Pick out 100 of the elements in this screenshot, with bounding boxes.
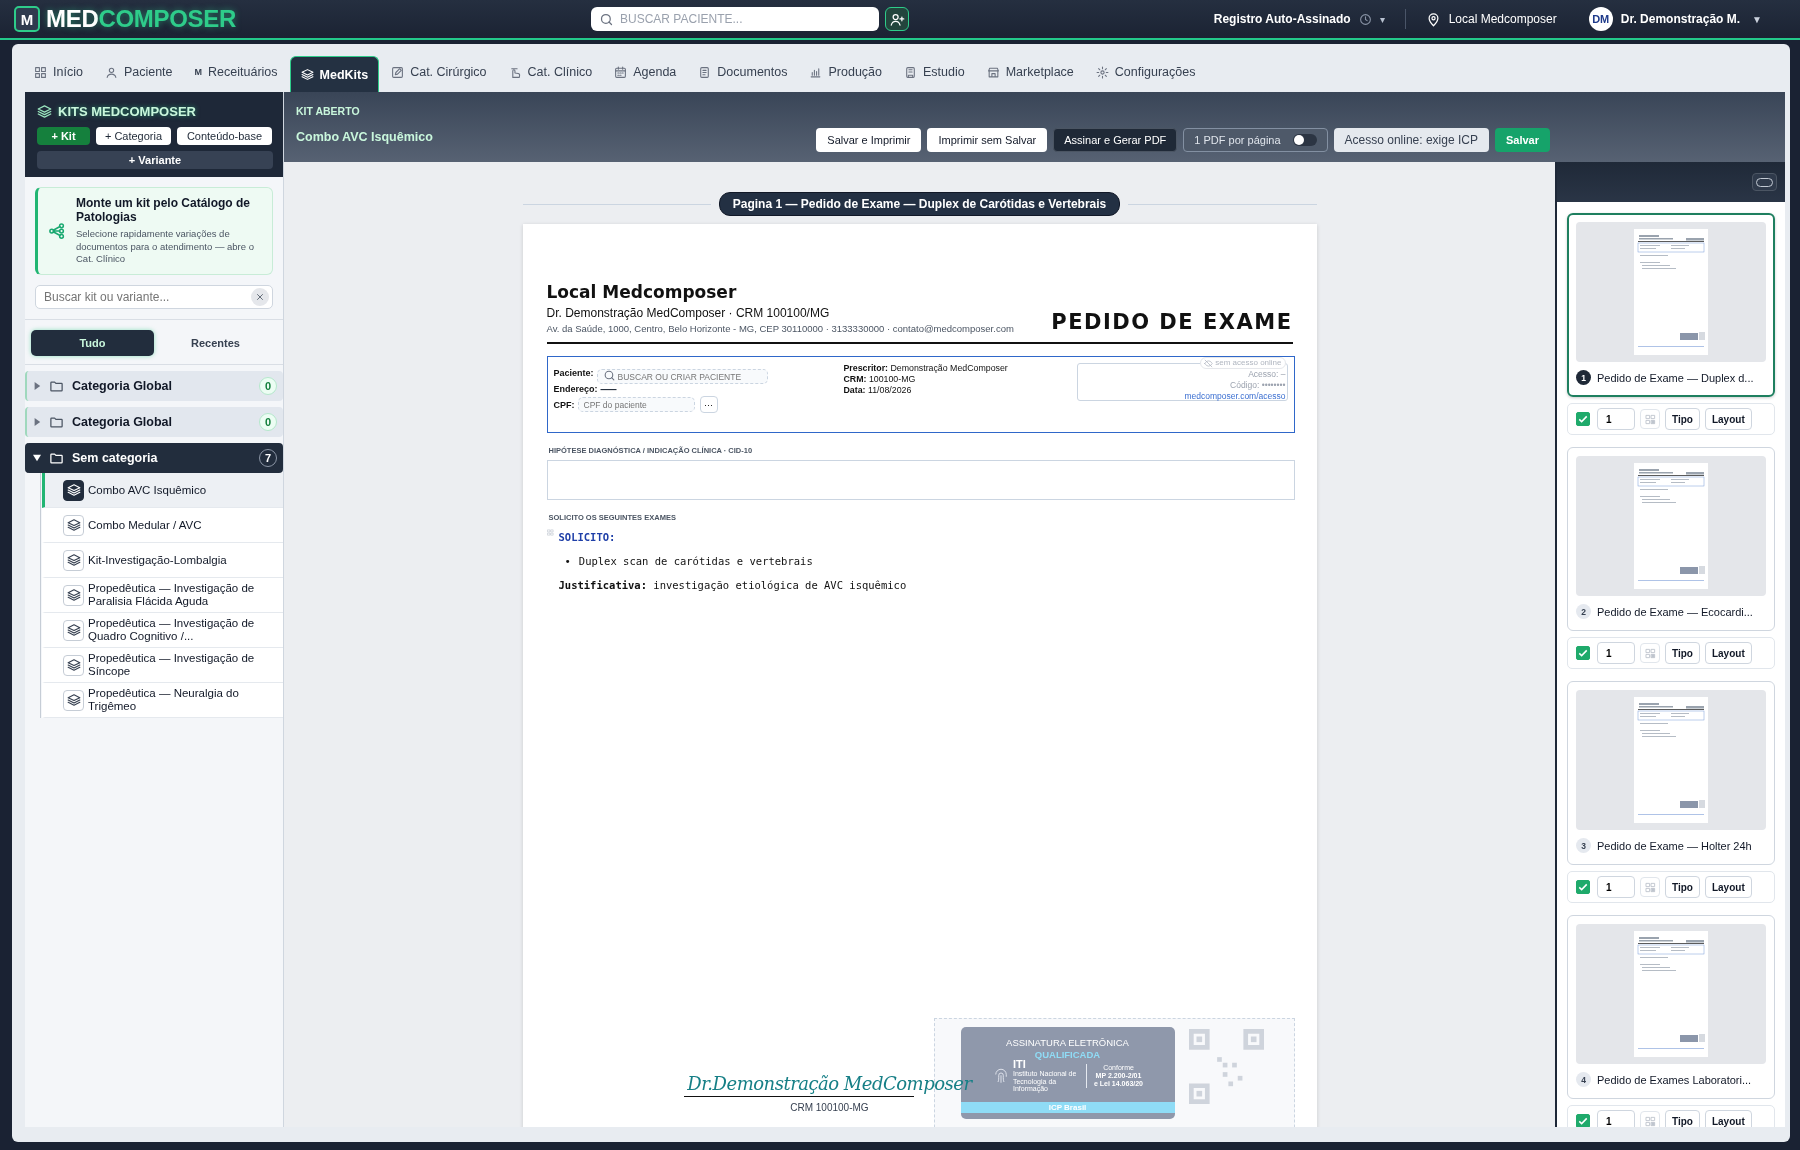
copies-field[interactable]: 1 <box>1597 876 1635 898</box>
promo-card[interactable]: Monte um kit pelo Catálogo de Patologias Selecione rapidamente variações de documentos para o atendimento — abre o Cat. Clínico <box>35 187 273 276</box>
page-card[interactable]: 4 Pedido de Exames Laboratori... <box>1567 915 1775 1099</box>
nav-tab[interactable]: MedKits <box>289 56 380 92</box>
kit-item[interactable]: Combo AVC Isquêmico <box>42 473 283 509</box>
filter-tab[interactable]: Tudo <box>31 330 154 357</box>
page-card[interactable]: 2 Pedido de Exame — Ecocardi... <box>1567 447 1775 631</box>
drag-handle[interactable] <box>546 529 554 536</box>
category-row[interactable]: Sem categoria 7 <box>25 443 283 474</box>
bullet: • <box>564 554 571 569</box>
nav-tab[interactable]: Cat. Cirúrgico <box>381 56 497 88</box>
grid-button[interactable] <box>1640 1111 1660 1127</box>
dropdown-caret[interactable]: ▼ <box>1752 13 1762 25</box>
page-thumbnail[interactable] <box>1576 222 1766 362</box>
dropdown-caret[interactable]: ▾ <box>1379 13 1385 25</box>
new-kit-button[interactable]: + Kit <box>37 127 90 145</box>
page-thumbnail[interactable] <box>1576 924 1766 1064</box>
new-variant-button[interactable]: + Variante <box>37 151 273 169</box>
per-page-toggle[interactable]: 1 PDF por página <box>1183 128 1328 152</box>
expand-arrow-icon <box>33 418 41 427</box>
layers-icon <box>66 483 81 498</box>
view-toggle[interactable] <box>1752 173 1777 191</box>
page-number-badge: 4 <box>1576 1072 1591 1087</box>
type-button[interactable]: Tipo <box>1665 1110 1700 1127</box>
access-line: Código: •••••••• <box>1230 380 1286 392</box>
nav-tab[interactable]: Estudio <box>894 56 975 88</box>
kit-item[interactable]: Propedêutica — Investigação de Síncope <box>42 648 283 684</box>
grid-button[interactable] <box>1640 877 1660 897</box>
include-checkbox[interactable] <box>1576 1114 1590 1127</box>
copies-field[interactable]: 1 <box>1597 642 1635 664</box>
toggle-switch[interactable] <box>1292 134 1317 146</box>
sign-pdf-button[interactable]: Assinar e Gerar PDF <box>1053 128 1178 152</box>
nav-tab[interactable]: Paciente <box>94 56 183 88</box>
print-button[interactable]: Salvar e Imprimir <box>816 128 922 152</box>
search-field[interactable]: BUSCAR PACIENTE... <box>591 7 879 31</box>
nav-tab[interactable]: Produção <box>799 56 892 88</box>
prescriber-line: Prescritor: Demonstração MedComposer <box>843 363 1009 373</box>
kit-label: KIT ABERTO <box>296 104 361 117</box>
signature: Dr.Demonstração MedComposer <box>687 1073 972 1094</box>
type-button[interactable]: Tipo <box>1665 876 1700 898</box>
layers-icon <box>66 658 81 673</box>
include-checkbox[interactable] <box>1576 880 1590 894</box>
type-button[interactable]: Tipo <box>1665 408 1700 430</box>
nav-tab[interactable]: Marketplace <box>976 56 1084 88</box>
nav-tab[interactable]: Agenda <box>604 56 687 88</box>
layers-icon <box>66 553 81 568</box>
page-title: Pedido de Exame — Holter 24h <box>1597 839 1752 852</box>
sidebar-button[interactable]: Conteúdo-base <box>177 127 272 145</box>
kit-item[interactable]: Propedêutica — Neuralgia do Trigêmeo <box>42 683 283 719</box>
count-badge: 0 <box>259 377 277 396</box>
kit-item[interactable]: Propedêutica — Investigação de Quadro Cognitivo /... <box>42 613 283 649</box>
field-label: Endereço: <box>553 383 598 394</box>
justification-text: Justificativa: investigação etiológica de AVC isquêmico <box>558 579 908 591</box>
grid-button[interactable] <box>1640 643 1660 663</box>
layout-button[interactable]: Layout <box>1704 876 1752 898</box>
include-checkbox[interactable] <box>1576 412 1590 426</box>
layers-icon <box>66 693 81 708</box>
add-patient-button[interactable] <box>885 7 909 31</box>
user-avatar[interactable]: DM <box>1588 7 1613 31</box>
grid-button[interactable] <box>1640 409 1660 429</box>
cpf-field[interactable]: CPF do paciente <box>577 397 695 412</box>
page-card[interactable]: 3 Pedido de Exame — Holter 24h <box>1567 681 1775 865</box>
category-row[interactable]: Categoria Global 0 <box>25 407 283 438</box>
kit-item[interactable]: Kit-Investigação-Lombalgia <box>42 543 283 579</box>
access-button[interactable]: Acesso online: exige ICP <box>1333 128 1489 152</box>
category-row[interactable]: Categoria Global 0 <box>25 371 283 402</box>
patient-search-field[interactable]: BUSCAR OU CRIAR PACIENTE <box>596 369 768 384</box>
copies-field[interactable]: 1 <box>1597 408 1635 430</box>
nav-tab[interactable]: Cat. Clínico <box>498 56 603 88</box>
nav-tab[interactable]: Configurações <box>1085 56 1206 88</box>
filter-tab[interactable]: Recentes <box>154 330 277 357</box>
layout-button[interactable]: Layout <box>1704 1110 1752 1127</box>
nav-tab[interactable]: Início <box>24 56 93 88</box>
nav-tab[interactable]: M Receituários <box>184 56 288 88</box>
settings-icon <box>1095 65 1109 79</box>
user-plus-icon <box>889 11 905 27</box>
search-field[interactable]: Buscar kit ou variante... <box>35 285 273 310</box>
location-label[interactable]: Local Medcomposer <box>1448 12 1557 26</box>
nav-tab[interactable]: Documentos <box>688 56 798 88</box>
page-thumbnail[interactable] <box>1576 456 1766 596</box>
kit-item[interactable]: Propedêutica — Investigação de Paralisia Flácida Aguda <box>42 578 283 614</box>
include-checkbox[interactable] <box>1576 646 1590 660</box>
more-button[interactable]: ··· <box>699 396 718 413</box>
nodes-icon <box>48 222 66 241</box>
copies-field[interactable]: 1 <box>1597 1110 1635 1127</box>
type-button[interactable]: Tipo <box>1665 642 1700 664</box>
access-link[interactable]: medcomposer.com/acesso <box>1184 391 1286 403</box>
expand-arrow-icon <box>33 382 41 391</box>
user-name[interactable]: Dr. Demonstração M. <box>1620 12 1741 26</box>
search-icon <box>599 12 614 27</box>
page-card[interactable]: 1 Pedido de Exame — Duplex d... <box>1567 213 1775 397</box>
hypothesis-field[interactable] <box>546 460 1295 500</box>
iti-label: ITI <box>1012 1059 1027 1071</box>
layout-button[interactable]: Layout <box>1704 642 1752 664</box>
layout-button[interactable]: Layout <box>1704 408 1752 430</box>
sidebar-button[interactable]: + Categoria <box>96 127 171 145</box>
print-button[interactable]: Imprimir sem Salvar <box>927 128 1048 152</box>
brand-name: MEDCOMPOSER <box>46 5 237 33</box>
kit-item[interactable]: Combo Medular / AVC <box>42 508 283 544</box>
page-thumbnail[interactable] <box>1576 690 1766 830</box>
